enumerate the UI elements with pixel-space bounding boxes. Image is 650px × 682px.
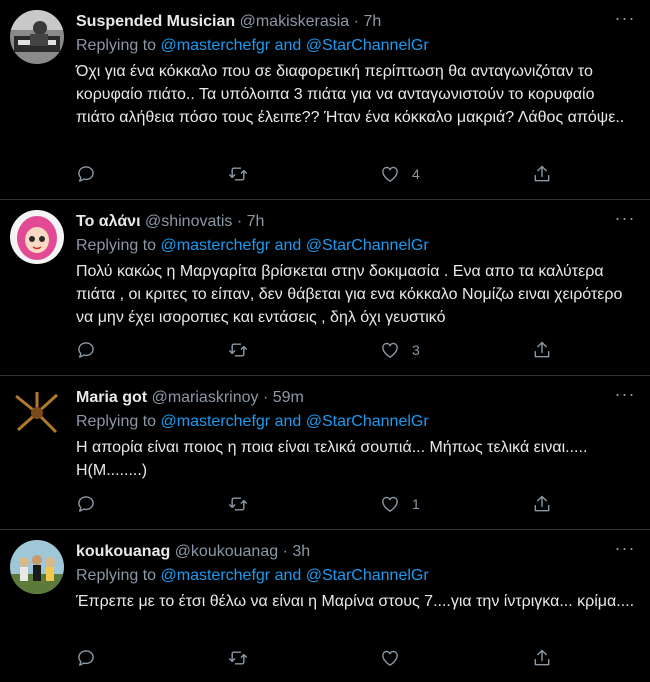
like-count: 1	[412, 496, 420, 512]
timestamp[interactable]: 7h	[363, 13, 381, 30]
tweet-header: Το αλάνι @shinovatis · 7h ···	[76, 209, 636, 234]
tweet-actions: 1	[76, 492, 556, 516]
replying-to: Replying to @masterchefgr and @StarChann…	[76, 234, 636, 258]
retweet-button[interactable]	[228, 162, 338, 186]
mention-link[interactable]: @StarChannelGr	[306, 37, 429, 54]
tweet[interactable]: Suspended Musician @makiskerasia · 7h ··…	[0, 0, 650, 200]
more-horizontal-icon[interactable]: ···	[614, 539, 636, 564]
user-handle[interactable]: @shinovatis	[145, 213, 232, 230]
retweet-button[interactable]	[228, 338, 338, 362]
share-icon	[534, 165, 550, 182]
mention-link[interactable]: @masterchefgr	[161, 413, 271, 430]
share-button[interactable]	[532, 646, 556, 670]
avatar[interactable]	[10, 540, 64, 594]
tweet-header: koukouanag @koukouanag · 3h ···	[76, 539, 636, 564]
like-count: 3	[412, 342, 420, 358]
more-horizontal-icon[interactable]: ···	[614, 209, 636, 234]
retweet-icon	[228, 651, 248, 665]
tweet-actions: 4	[76, 162, 556, 186]
tweet[interactable]: Το αλάνι @shinovatis · 7h ··· Replying t…	[0, 200, 650, 376]
replying-to-label: Replying to	[76, 413, 157, 430]
user-handle[interactable]: @makiskerasia	[240, 13, 350, 30]
timestamp[interactable]: 59m	[273, 389, 304, 406]
heart-icon	[382, 650, 398, 666]
mention-link[interactable]: @StarChannelGr	[306, 567, 429, 584]
reply-bubble-icon	[78, 342, 94, 358]
reply-bubble-icon	[78, 496, 94, 512]
and-text: and	[274, 237, 302, 254]
heart-icon	[382, 496, 398, 512]
retweet-icon	[228, 497, 248, 511]
share-icon	[534, 495, 550, 512]
tweet-text: Πολύ κακώς η Μαργαρίτα βρίσκεται στην δο…	[76, 263, 623, 326]
like-button[interactable]	[380, 646, 490, 670]
mention-link[interactable]: @masterchefgr	[161, 37, 271, 54]
retweet-icon	[228, 167, 248, 181]
more-horizontal-icon[interactable]: ···	[614, 9, 636, 34]
tweet-actions: 3	[76, 338, 556, 362]
separator-dot: ·	[353, 13, 359, 30]
heart-icon	[382, 166, 398, 182]
tweet-actions	[76, 646, 556, 670]
share-button[interactable]	[532, 338, 556, 362]
and-text: and	[274, 567, 302, 584]
heart-icon	[382, 342, 398, 358]
retweet-icon	[228, 343, 248, 357]
avatar-image	[10, 386, 64, 440]
avatar-image	[10, 210, 64, 264]
avatar-image	[10, 540, 64, 594]
like-button[interactable]: 4	[380, 162, 490, 186]
tweet-text: Όχι για ένα κόκκαλο που σε διαφορετική π…	[76, 63, 625, 126]
tweet[interactable]: Maria got @mariaskrinoy · 59m ··· Replyi…	[0, 376, 650, 530]
reply-button[interactable]	[76, 492, 186, 516]
separator-dot: ·	[282, 543, 288, 560]
tweet-header: Maria got @mariaskrinoy · 59m ···	[76, 385, 636, 410]
mention-link[interactable]: @masterchefgr	[161, 567, 271, 584]
reply-button[interactable]	[76, 162, 186, 186]
retweet-button[interactable]	[228, 492, 338, 516]
tweet-header: Suspended Musician @makiskerasia · 7h ··…	[76, 9, 636, 34]
replying-to: Replying to @masterchefgr and @StarChann…	[76, 564, 636, 588]
retweet-button[interactable]	[228, 646, 338, 670]
like-count: 4	[412, 166, 420, 182]
display-name[interactable]: Το αλάνι	[76, 213, 141, 230]
mention-link[interactable]: @StarChannelGr	[306, 237, 429, 254]
reply-bubble-icon	[78, 650, 94, 666]
share-button[interactable]	[532, 162, 556, 186]
display-name[interactable]: Suspended Musician	[76, 13, 235, 30]
and-text: and	[274, 37, 302, 54]
reply-bubble-icon	[78, 166, 94, 182]
avatar[interactable]	[10, 386, 64, 440]
replying-to-label: Replying to	[76, 567, 157, 584]
tweet-text: Έπρεπε με το έτσι θέλω να είναι η Μαρίνα…	[76, 593, 635, 610]
tweet-text: Η απορία είναι ποιος η ποια είναι τελικά…	[76, 439, 588, 479]
and-text: and	[274, 413, 302, 430]
user-handle[interactable]: @mariaskrinoy	[152, 389, 259, 406]
mention-link[interactable]: @StarChannelGr	[306, 413, 429, 430]
replying-to-label: Replying to	[76, 37, 157, 54]
timestamp[interactable]: 3h	[292, 543, 310, 560]
separator-dot: ·	[236, 213, 243, 230]
replying-to: Replying to @masterchefgr and @StarChann…	[76, 410, 636, 434]
avatar[interactable]	[10, 10, 64, 64]
user-handle[interactable]: @koukouanag	[175, 543, 278, 560]
display-name[interactable]: Maria got	[76, 389, 147, 406]
reply-button[interactable]	[76, 338, 186, 362]
mention-link[interactable]: @masterchefgr	[161, 237, 271, 254]
share-icon	[534, 649, 550, 666]
replying-to: Replying to @masterchefgr and @StarChann…	[76, 34, 636, 58]
like-button[interactable]: 3	[380, 338, 490, 362]
timestamp[interactable]: 7h	[247, 213, 265, 230]
avatar[interactable]	[10, 210, 64, 264]
like-button[interactable]: 1	[380, 492, 490, 516]
avatar-image	[10, 10, 64, 64]
more-horizontal-icon[interactable]: ···	[614, 385, 636, 410]
separator-dot: ·	[262, 389, 269, 406]
share-button[interactable]	[532, 492, 556, 516]
tweet[interactable]: koukouanag @koukouanag · 3h ··· Replying…	[0, 530, 650, 682]
reply-button[interactable]	[76, 646, 186, 670]
replying-to-label: Replying to	[76, 237, 157, 254]
share-icon	[534, 341, 550, 358]
display-name[interactable]: koukouanag	[76, 543, 170, 560]
